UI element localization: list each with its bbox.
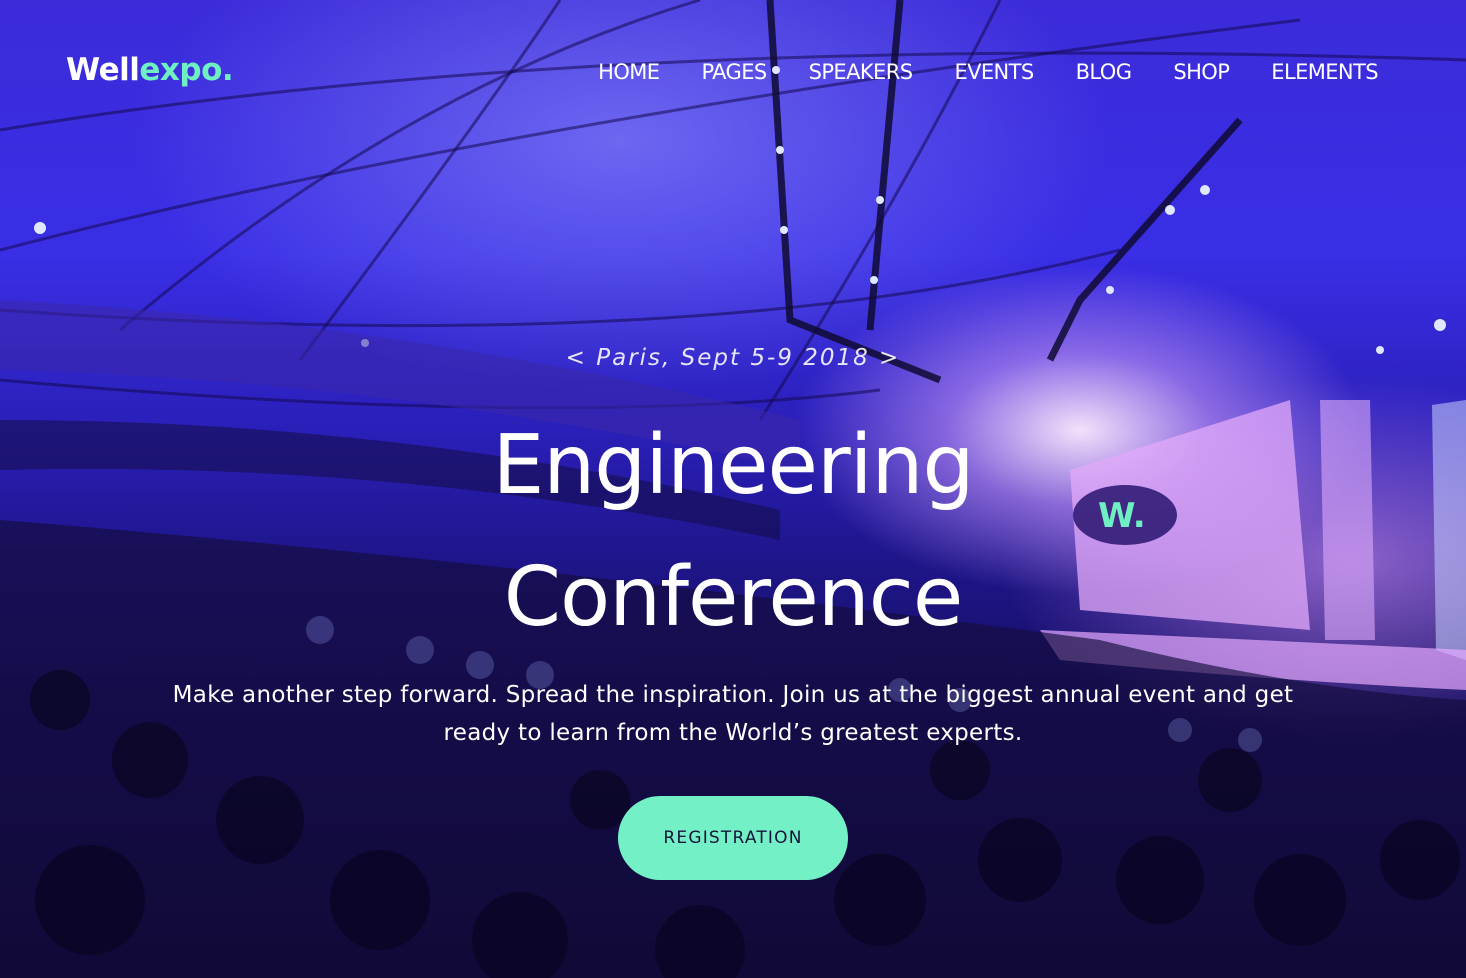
registration-button[interactable]: REGISTRATION [618,796,848,880]
nav-item-speakers[interactable]: SPEAKERS [809,60,913,84]
logo-text-accent: expo. [139,52,234,88]
nav-item-home[interactable]: HOME [598,60,660,84]
hero-subtitle-line-2: ready to learn from the World’s greatest… [443,720,1023,746]
main-nav: HOME PAGES SPEAKERS EVENTS BLOG SHOP ELE… [556,60,1378,84]
hero-subtitle: Make another step forward. Spread the in… [60,676,1406,752]
hero-section: W. Wellexpo. HOME PAGES SPEAKERS EVENTS … [0,0,1466,978]
site-logo[interactable]: Wellexpo. [66,52,234,88]
hero-title: Engineering Conference [0,400,1466,664]
event-date: < Paris, Sept 5-9 2018 > [565,345,901,371]
nav-item-events[interactable]: EVENTS [954,60,1034,84]
nav-item-shop[interactable]: SHOP [1173,60,1230,84]
nav-item-pages[interactable]: PAGES [701,60,767,84]
hero-subtitle-line-1: Make another step forward. Spread the in… [172,682,1294,708]
hero-title-line-1: Engineering [492,418,975,513]
hero-title-line-2: Conference [503,550,964,645]
site-header: Wellexpo. HOME PAGES SPEAKERS EVENTS BLO… [66,52,1379,96]
nav-item-blog[interactable]: BLOG [1076,60,1132,84]
nav-item-elements[interactable]: ELEMENTS [1271,60,1378,84]
logo-text-main: Well [66,52,140,88]
